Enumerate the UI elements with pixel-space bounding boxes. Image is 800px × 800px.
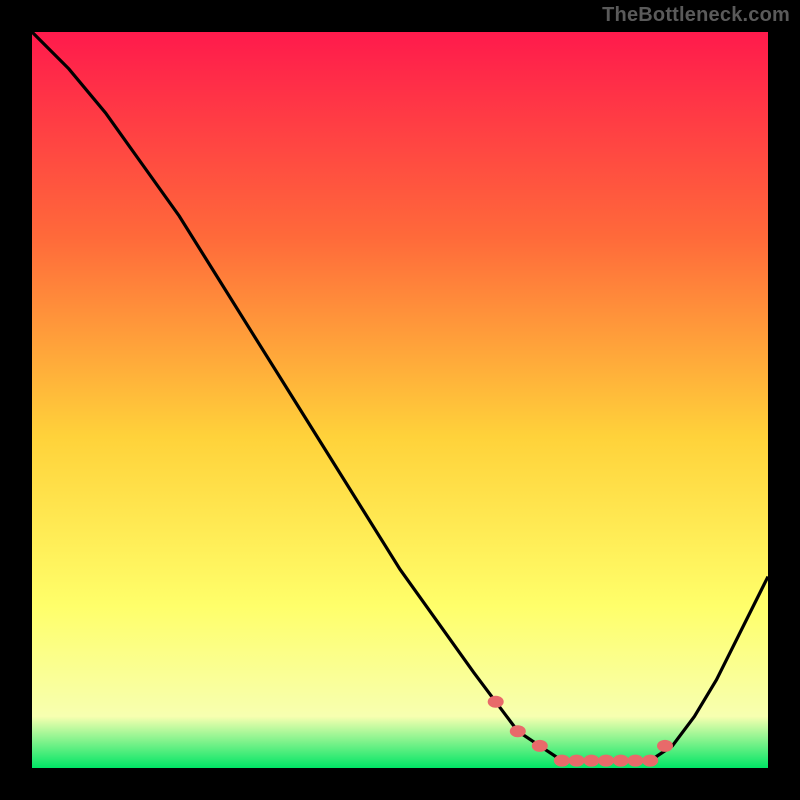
marker-dot xyxy=(598,755,614,767)
plot-area xyxy=(32,32,768,768)
marker-dot xyxy=(532,740,548,752)
chart-frame: TheBottleneck.com xyxy=(0,0,800,800)
chart-svg xyxy=(32,32,768,768)
marker-dot xyxy=(510,725,526,737)
marker-dot xyxy=(642,755,658,767)
marker-dot xyxy=(488,696,504,708)
marker-dot xyxy=(628,755,644,767)
watermark-text: TheBottleneck.com xyxy=(602,4,790,27)
marker-dot xyxy=(583,755,599,767)
marker-dot xyxy=(569,755,585,767)
marker-dot xyxy=(657,740,673,752)
marker-dot xyxy=(554,755,570,767)
marker-dot xyxy=(613,755,629,767)
gradient-background xyxy=(32,32,768,768)
